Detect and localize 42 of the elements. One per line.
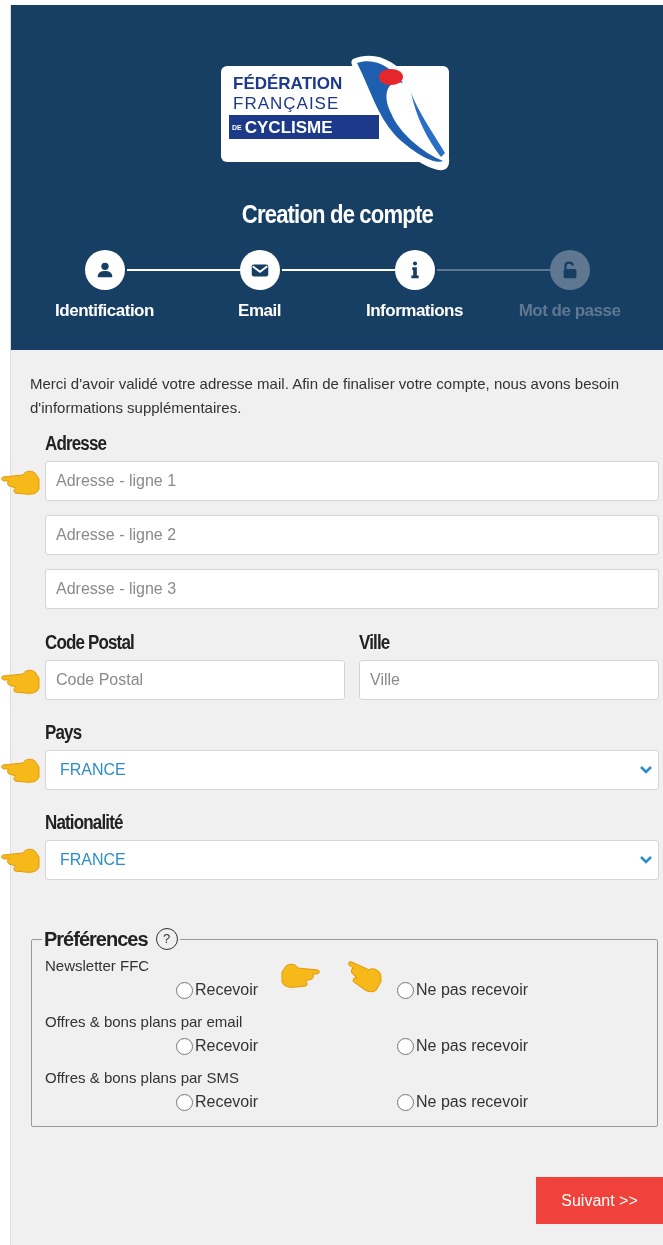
radio-option[interactable]: Recevoir (176, 1090, 397, 1114)
field-label: Adresse (45, 431, 108, 456)
field-label: Code Postal (45, 630, 135, 655)
radio-option[interactable]: Ne pas recevoir (397, 978, 529, 1002)
select-field[interactable]: FRANCE (45, 750, 659, 790)
logo-text: FÉDÉRATION (233, 75, 343, 92)
radio-option[interactable]: Ne pas recevoir (397, 1034, 529, 1058)
field-label: Nationalité (45, 810, 124, 835)
step-label: Informations (366, 300, 463, 322)
radio-option[interactable]: Ne pas recevoir (397, 1090, 529, 1114)
input-field[interactable]: Adresse - ligne 1 (45, 461, 659, 501)
radio-button[interactable] (176, 1037, 193, 1055)
input-field[interactable]: Adresse - ligne 3 (45, 569, 659, 609)
logo-text: FRANÇAISE (233, 95, 340, 112)
logo-text: CYCLISME (244, 118, 333, 136)
input-field[interactable]: Adresse - ligne 2 (45, 515, 659, 555)
step-label: Mot de passe (518, 300, 621, 322)
radio-button[interactable] (397, 1093, 414, 1111)
select-value: FRANCE (60, 850, 126, 870)
select-value: FRANCE (60, 760, 126, 780)
chevron-down-icon (640, 766, 652, 774)
field-label: Ville (359, 630, 391, 655)
chevron-down-icon (640, 856, 652, 864)
step-label: Email (238, 300, 281, 322)
radio-option[interactable]: Recevoir (176, 1034, 397, 1058)
preference-label: Offres & bons plans par email (45, 1012, 243, 1032)
radio-option[interactable]: Recevoir (176, 978, 397, 1002)
radio-button[interactable] (397, 1037, 414, 1055)
page-title: Creation de compte (241, 198, 433, 231)
preference-label: Newsletter FFC (45, 956, 150, 976)
input-field[interactable]: Code Postal (45, 660, 345, 700)
select-field[interactable]: FRANCE (45, 840, 659, 880)
radio-button[interactable] (176, 1093, 193, 1111)
next-button[interactable]: Suivant >> (536, 1177, 663, 1224)
intro-text: Merci d'avoir validé votre adresse mail. Afin de finaliser votre compte, nous avons besoin d'informations supplémentaires. (30, 374, 620, 418)
radio-button[interactable] (397, 981, 414, 999)
legend-text: Préférences (44, 927, 148, 952)
radio-button[interactable] (176, 981, 193, 999)
input-field[interactable]: Ville (359, 660, 659, 700)
preference-label: Offres & bons plans par SMS (45, 1068, 239, 1088)
field-label: Pays (45, 720, 83, 745)
step-label: Identification (55, 300, 154, 322)
